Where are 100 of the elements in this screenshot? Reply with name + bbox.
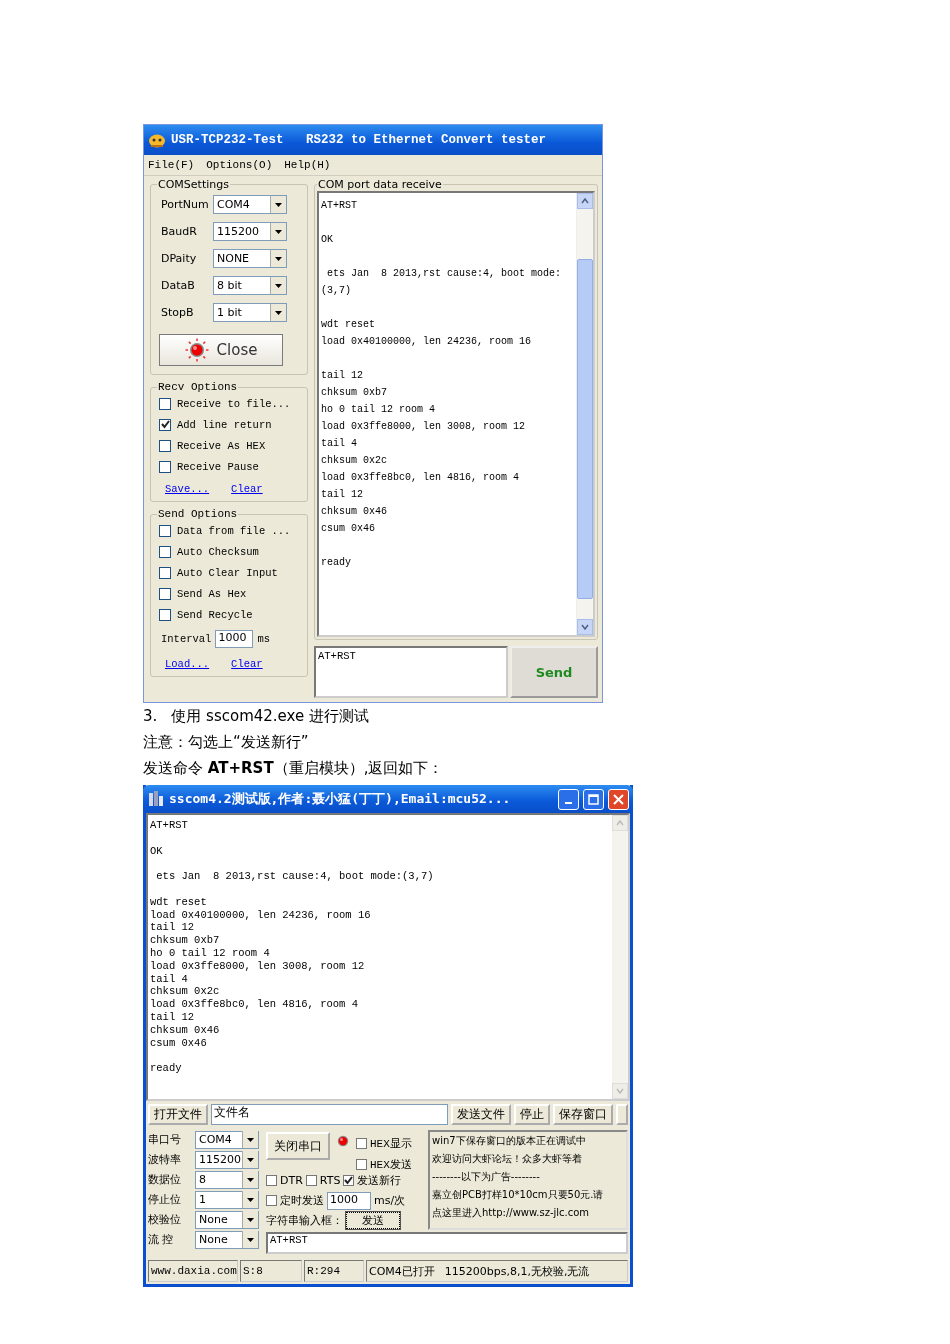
- dropdown[interactable]: NONE: [213, 249, 287, 268]
- log-line: AT+RST: [150, 819, 189, 832]
- dropdown[interactable]: 115200: [213, 222, 287, 241]
- log-line: csum 0x46: [321, 522, 376, 536]
- checkbox[interactable]: [305, 1175, 317, 1186]
- checkbox[interactable]: [266, 1195, 277, 1206]
- indicator-lamp-icon: [184, 338, 209, 362]
- log-line: load 0x3ffe8000, len 3008, room 12: [321, 420, 527, 434]
- interval-field[interactable]: 1000: [327, 1191, 371, 1210]
- checkbox[interactable]: [356, 1138, 367, 1149]
- checkbox-label: Auto Clear Input: [177, 566, 278, 579]
- caret-icon: [242, 1171, 258, 1188]
- field-label: 流 控: [148, 1232, 175, 1247]
- dropdown[interactable]: 1 bit: [213, 303, 287, 322]
- checkbox-label: DTR: [280, 1174, 303, 1187]
- log-line: tail 4: [150, 972, 189, 986]
- checkbox-label: Send Recycle: [177, 608, 253, 621]
- checkbox[interactable]: [266, 1175, 277, 1186]
- caret-icon: [270, 304, 286, 321]
- close-port-button[interactable]: Close: [159, 334, 283, 366]
- notice-line: 嘉立创PCB打样10*10cm只要50元.请: [432, 1188, 605, 1202]
- caret-icon: [242, 1211, 258, 1228]
- maximize-icon: [588, 793, 599, 805]
- status-text: COM4已打开: [369, 1263, 435, 1279]
- dropdown[interactable]: COM4: [213, 195, 287, 214]
- group-title: COMSettings: [157, 178, 230, 191]
- checkbox[interactable]: [343, 1175, 355, 1186]
- checkbox-label: Receive Pause: [177, 460, 259, 473]
- notice-line: win7下保存窗口的版本正在调试中: [432, 1134, 587, 1148]
- log-line: load 0x40100000, len 24236, room 16: [150, 908, 372, 922]
- dropdown[interactable]: 8: [195, 1170, 259, 1189]
- toolbar-button[interactable]: 保存窗口: [553, 1104, 613, 1125]
- note-text: 注意：勾选上“发送新行”: [143, 732, 310, 753]
- status-text: S:8: [243, 1265, 263, 1277]
- checkbox[interactable]: [159, 524, 171, 537]
- dropdown[interactable]: None: [195, 1210, 259, 1229]
- dropdown[interactable]: 1: [195, 1190, 259, 1209]
- field-label: BaudR: [161, 225, 198, 238]
- log-line: tail 12: [321, 369, 364, 383]
- log-line: ets Jan 8 2013,rst cause:4, boot mode:(3,7): [155, 870, 435, 883]
- log-line: tail 12: [321, 488, 364, 502]
- toolbar-button[interactable]: 发送文件: [451, 1104, 511, 1125]
- menu-item[interactable]: Options(O): [206, 159, 273, 171]
- checkbox[interactable]: [159, 397, 171, 410]
- toolbar-button[interactable]: 停止: [514, 1104, 550, 1125]
- scroll-up-icon[interactable]: [577, 193, 593, 209]
- menu-item[interactable]: File(F): [148, 159, 195, 171]
- minimize-button[interactable]: [558, 788, 579, 810]
- caret-icon: [270, 196, 286, 213]
- dropdown[interactable]: COM4: [195, 1130, 259, 1149]
- checkbox[interactable]: [159, 418, 171, 431]
- log-line: wdt reset: [150, 895, 208, 909]
- link[interactable]: Clear: [231, 658, 263, 670]
- unit-label: ms/次: [374, 1193, 406, 1208]
- checkbox-label: Receive to file...: [177, 397, 291, 410]
- file-name-field[interactable]: 文件名: [211, 1104, 448, 1125]
- dropdown[interactable]: 115200: [195, 1150, 259, 1169]
- toolbar-button[interactable]: [616, 1104, 628, 1125]
- open-file-button[interactable]: 打开文件: [148, 1104, 208, 1125]
- checkbox[interactable]: [356, 1159, 367, 1170]
- link[interactable]: Load...: [165, 658, 210, 670]
- checkbox[interactable]: [159, 587, 171, 600]
- caret-icon: [242, 1191, 258, 1208]
- field-label: 校验位: [148, 1212, 182, 1227]
- scroll-down-icon[interactable]: [577, 619, 593, 635]
- log-line: ho 0 tail 12 room 4: [150, 946, 271, 960]
- close-button[interactable]: [608, 788, 629, 810]
- close-port-button[interactable]: 关闭串口: [266, 1132, 330, 1160]
- log-line: wdt reset: [321, 318, 376, 332]
- checkbox[interactable]: [159, 460, 171, 473]
- link[interactable]: Clear: [231, 483, 263, 495]
- log-line: AT+RST: [321, 199, 358, 213]
- menu-item[interactable]: Help(H): [284, 159, 331, 171]
- maximize-button[interactable]: [583, 788, 604, 810]
- interval-field[interactable]: 1000: [215, 629, 254, 648]
- log-line: chksum 0xb7: [150, 934, 221, 947]
- dropdown[interactable]: None: [195, 1230, 259, 1249]
- string-input-field[interactable]: AT+RST: [266, 1232, 628, 1254]
- send-button[interactable]: 发送: [346, 1212, 400, 1229]
- checkbox-label: HEX发送: [370, 1158, 412, 1172]
- checkbox[interactable]: [159, 566, 171, 579]
- checkbox-label: RTS: [319, 1174, 341, 1187]
- log-line: ets Jan 8 2013,rst cause:4, boot mode:: [326, 267, 563, 281]
- checkbox[interactable]: [159, 608, 171, 621]
- caret-icon: [270, 223, 286, 240]
- link[interactable]: Save...: [165, 483, 210, 495]
- status-text: 115200bps,8,1,无校验,无流: [444, 1263, 590, 1279]
- minimize-icon: [565, 802, 572, 804]
- send-input-field[interactable]: AT+RST: [314, 646, 508, 698]
- checkbox[interactable]: [159, 545, 171, 558]
- field-label: Interval: [161, 632, 212, 645]
- checkbox-label: Send As Hex: [177, 587, 247, 600]
- group-title: Recv Options: [157, 381, 239, 393]
- caret-icon: [242, 1151, 258, 1168]
- dropdown[interactable]: 8 bit: [213, 276, 287, 295]
- field-label: 波特率: [148, 1152, 182, 1167]
- scrollbar[interactable]: [576, 193, 593, 635]
- log-line: chksum 0x2c: [150, 985, 221, 999]
- field-label: DataB: [161, 279, 196, 292]
- checkbox[interactable]: [159, 439, 171, 452]
